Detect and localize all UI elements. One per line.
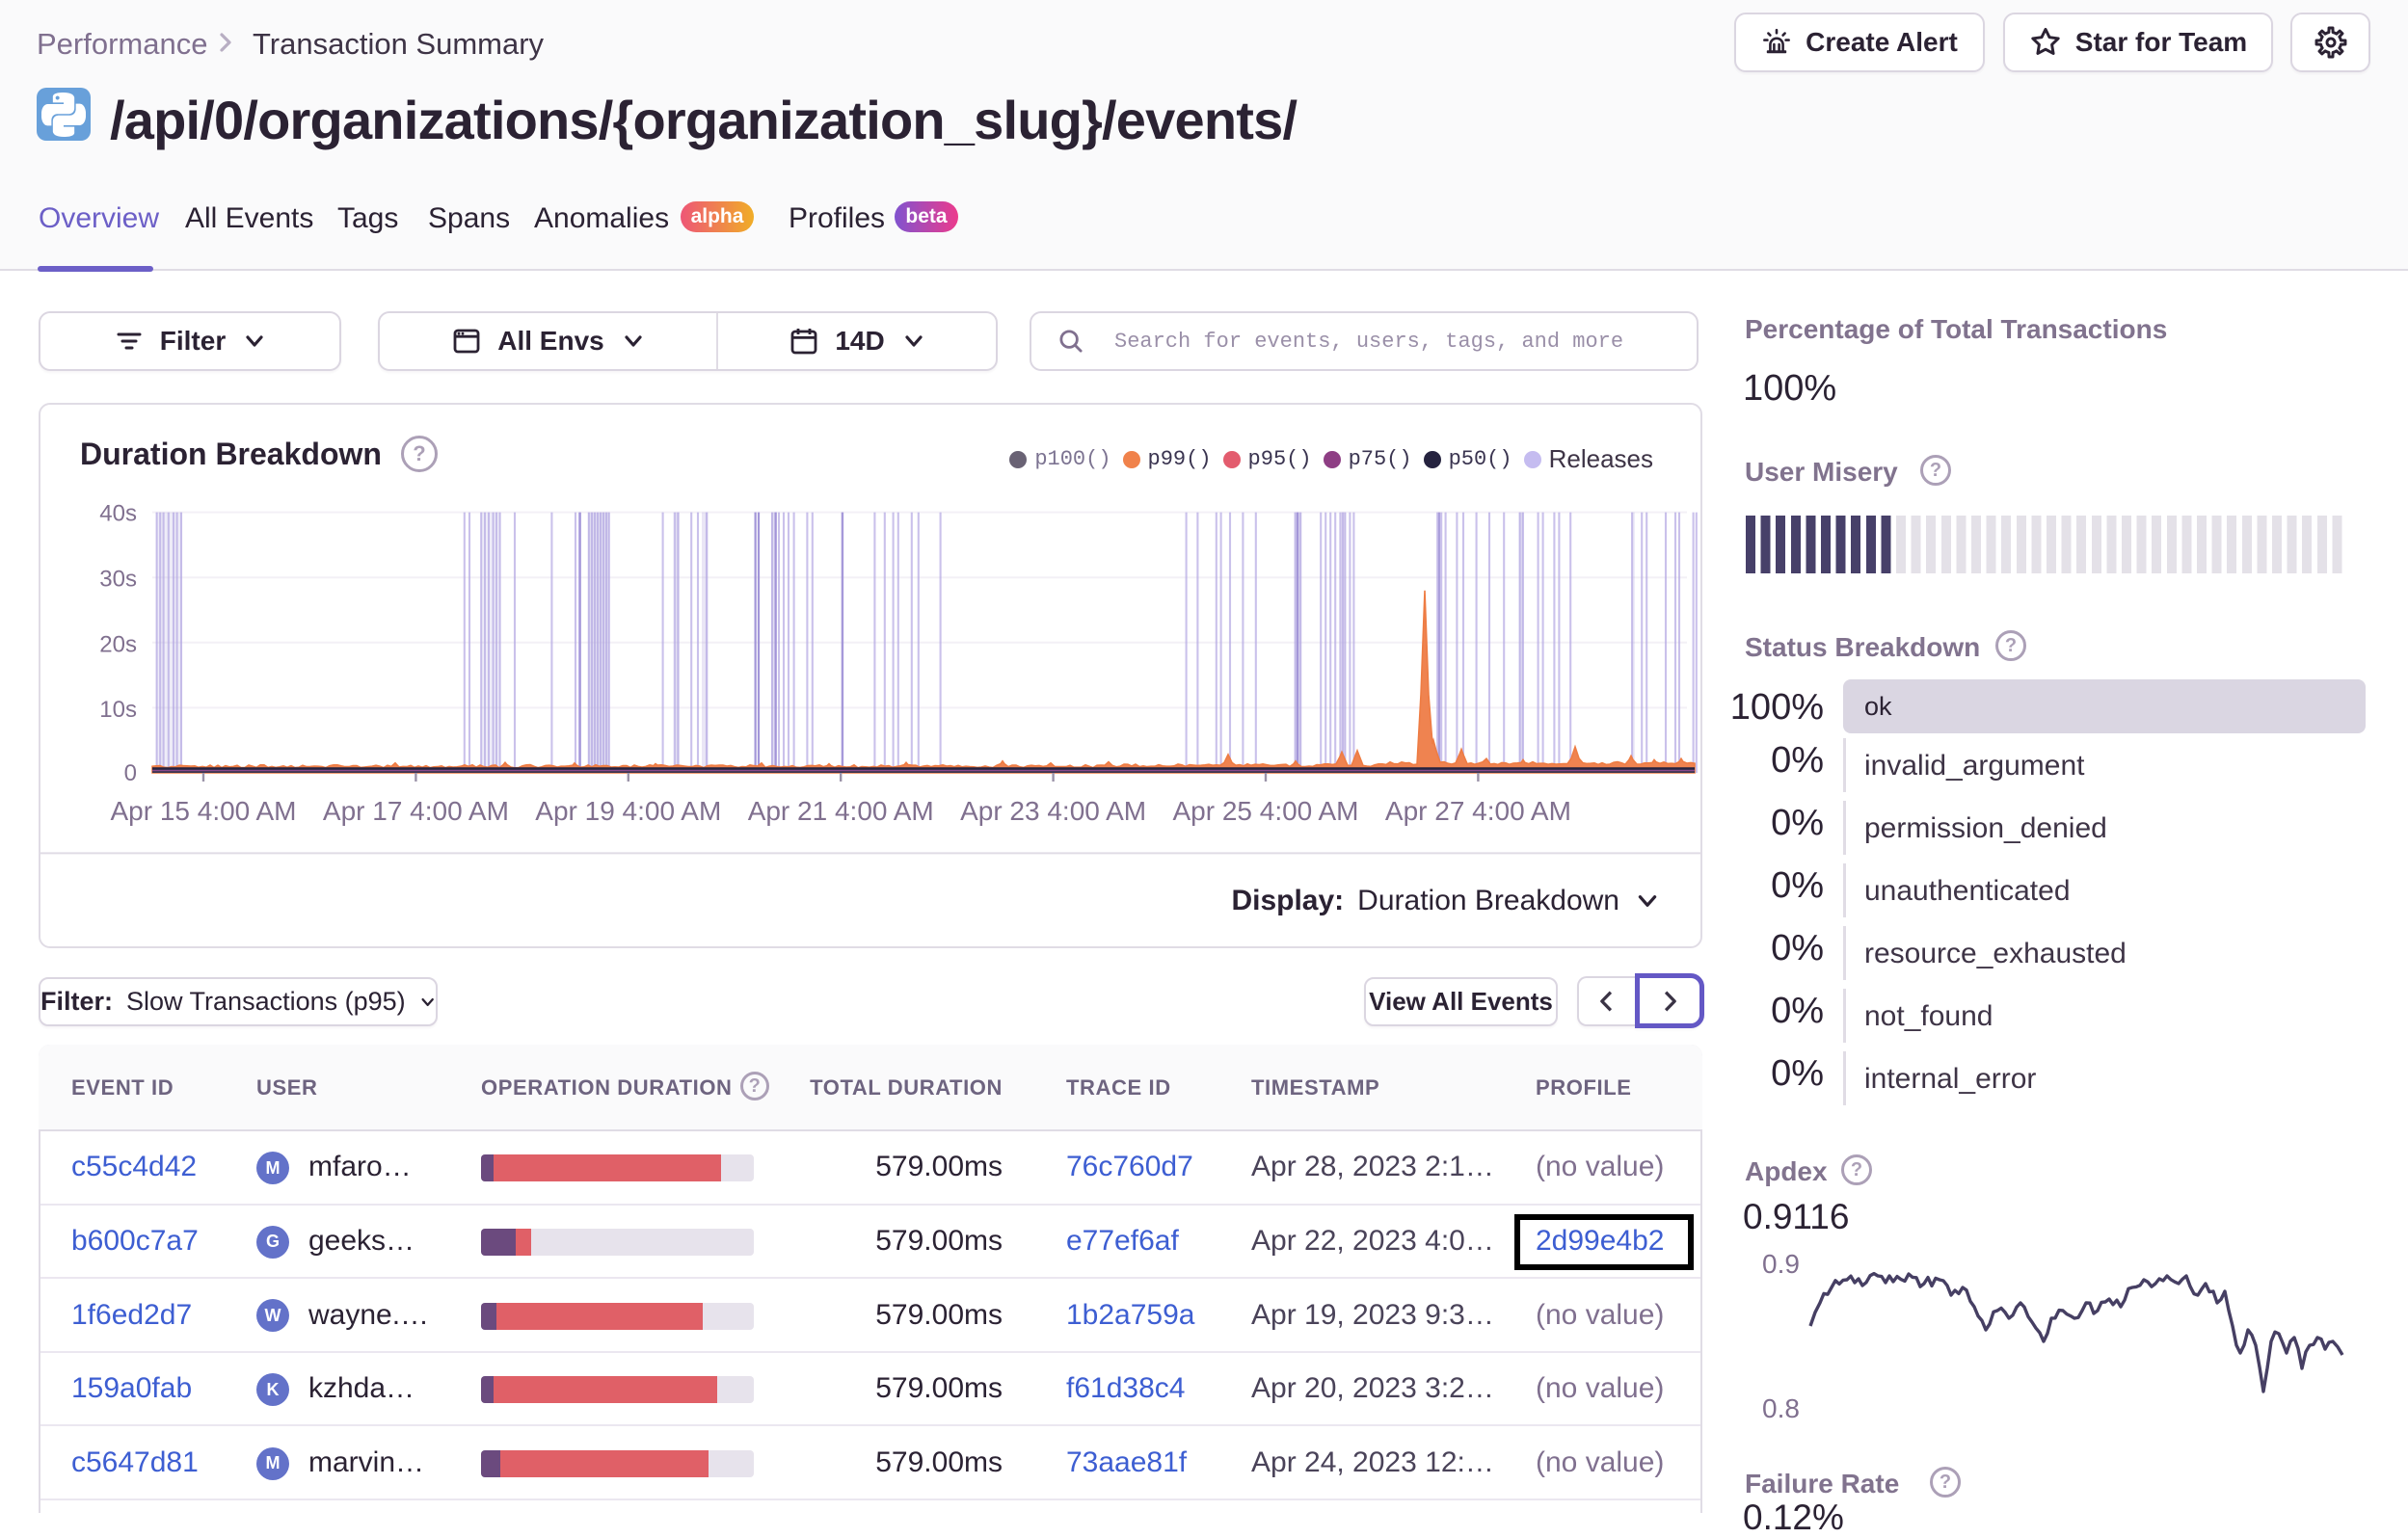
- svg-text:20s: 20s: [99, 631, 137, 657]
- svg-text:30s: 30s: [99, 567, 137, 593]
- svg-text:0: 0: [124, 760, 137, 786]
- svg-text:40s: 40s: [99, 501, 137, 527]
- svg-text:Apr 15 4:00 AM: Apr 15 4:00 AM: [110, 796, 296, 826]
- svg-text:10s: 10s: [99, 697, 137, 723]
- svg-text:Apr 25 4:00 AM: Apr 25 4:00 AM: [1172, 796, 1358, 826]
- svg-text:Apr 19 4:00 AM: Apr 19 4:00 AM: [535, 796, 721, 826]
- svg-text:Apr 23 4:00 AM: Apr 23 4:00 AM: [960, 796, 1146, 826]
- svg-text:Apr 27 4:00 AM: Apr 27 4:00 AM: [1385, 796, 1571, 826]
- svg-text:Apr 17 4:00 AM: Apr 17 4:00 AM: [323, 796, 509, 826]
- svg-text:Apr 21 4:00 AM: Apr 21 4:00 AM: [748, 796, 934, 826]
